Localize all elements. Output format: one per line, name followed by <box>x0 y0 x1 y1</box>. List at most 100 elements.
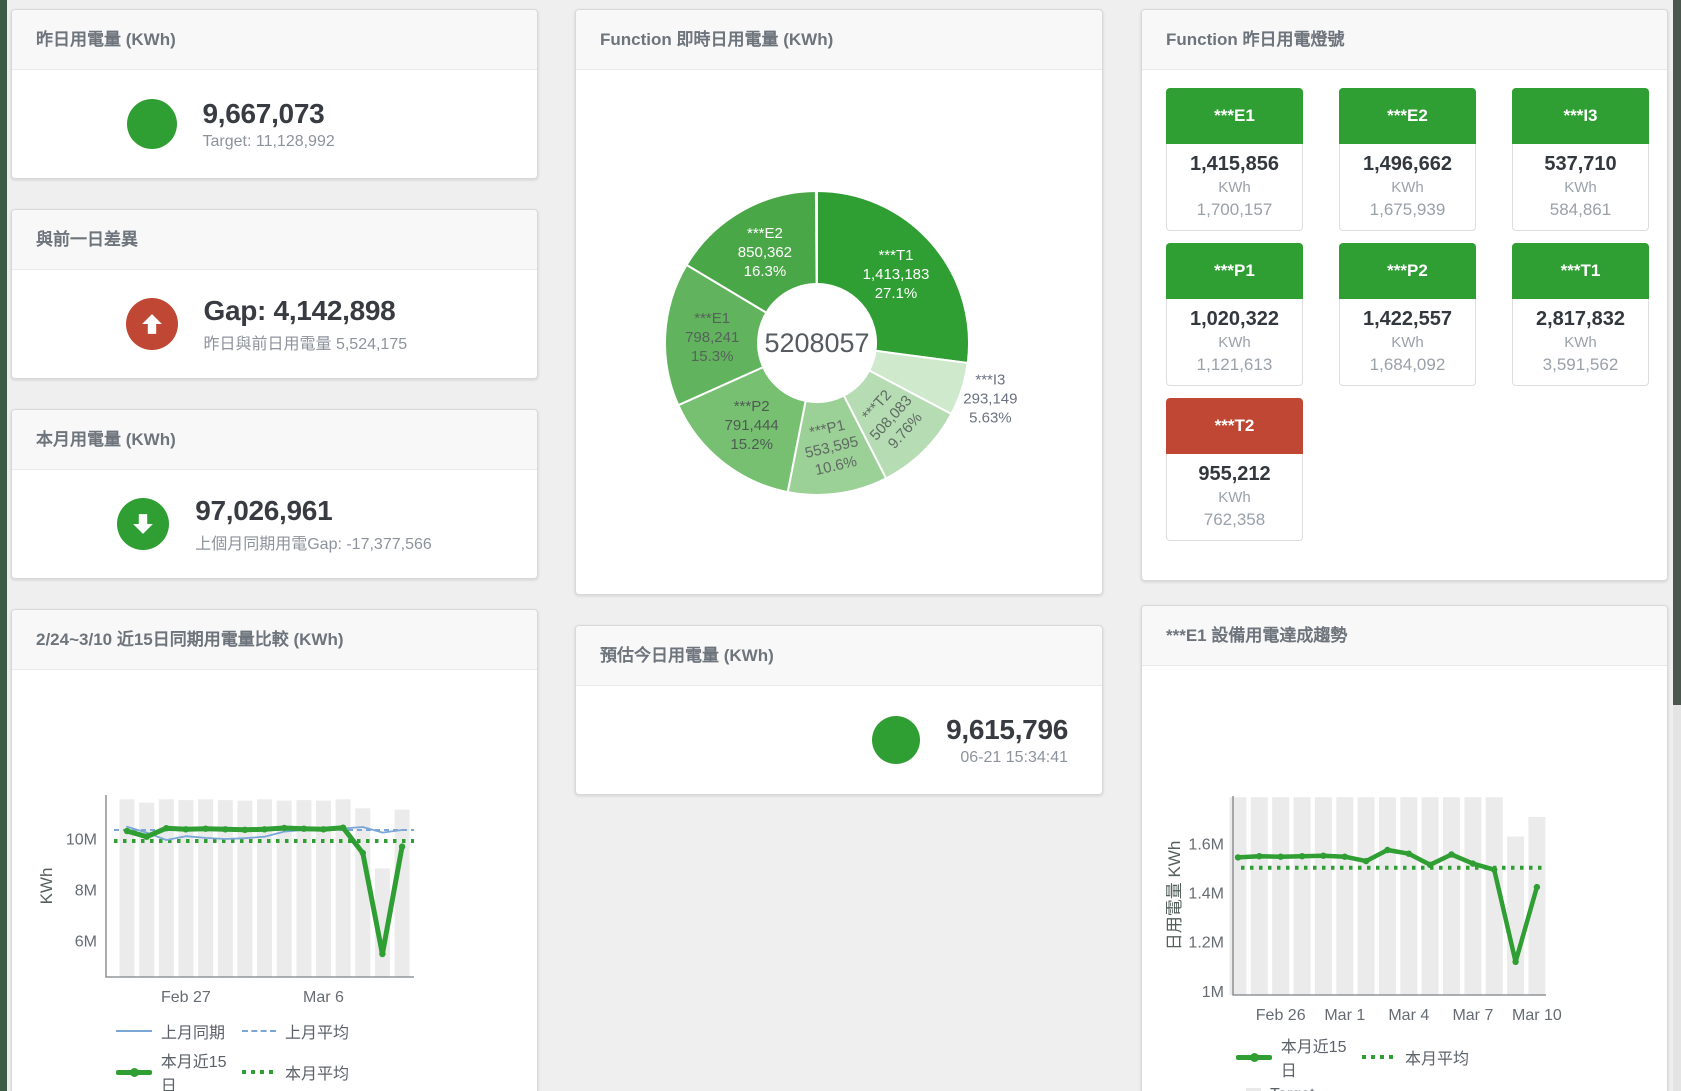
scrollbar-thumb[interactable] <box>1673 0 1681 705</box>
lights-card-title: Function 昨日用電燈號 <box>1142 10 1667 70</box>
tile-P2: ***P2 1,422,557 KWh 1,684,092 <box>1339 243 1476 386</box>
status-circle-icon <box>872 716 920 764</box>
tile-target: 1,675,939 <box>1342 198 1473 222</box>
arrow-up-icon <box>126 298 178 350</box>
target-bar <box>1336 797 1353 995</box>
card-realtime-donut: Function 即時日用電量 (KWh) ***T1 1,413,183 27.1… <box>575 9 1103 595</box>
svg-text:***P2: ***P2 <box>734 398 770 415</box>
tile-unit: KWh <box>1515 177 1646 198</box>
target-bar <box>1230 797 1247 995</box>
card-day-gap: 與前一日差異 Gap: 4,142,898 昨日與前日用電量 5,524,175 <box>11 209 538 379</box>
data-point <box>1384 847 1390 853</box>
tile-unit: KWh <box>1342 177 1473 198</box>
tile-header: ***E1 <box>1166 88 1303 144</box>
svg-text:1,413,183: 1,413,183 <box>863 266 930 283</box>
data-point <box>340 825 346 831</box>
svg-text:293,149: 293,149 <box>963 390 1017 407</box>
status-circle-icon <box>127 99 177 149</box>
target-bar <box>1464 797 1481 995</box>
data-point <box>281 825 287 831</box>
tile-header: ***T1 <box>1512 243 1649 299</box>
data-point <box>1320 853 1326 859</box>
y-tick-label: 10M <box>66 832 97 849</box>
tile-header: ***P1 <box>1166 243 1303 299</box>
svg-text:27.1%: 27.1% <box>875 285 918 302</box>
data-point <box>1256 853 1262 859</box>
tile-T1: ***T1 2,817,832 KWh 3,591,562 <box>1512 243 1649 386</box>
tile-target: 1,684,092 <box>1342 353 1473 377</box>
legend-item-target[interactable]: Target <box>1236 1086 1362 1091</box>
legend-item-this-month-15d[interactable]: 本月近15日 <box>116 1048 242 1091</box>
y-axis-label: KWh <box>37 868 56 905</box>
y-axis-label: 日用電量 KWh <box>1165 841 1184 951</box>
legend-item-last-month-same[interactable]: 上月同期 <box>116 1019 242 1043</box>
x-tick-label: Feb 27 <box>161 989 211 1006</box>
card-today-estimate: 預估今日用電量 (KWh) 9,615,796 06-21 15:34:41 <box>575 625 1103 795</box>
tile-E1: ***E1 1,415,856 KWh 1,700,157 <box>1166 88 1303 231</box>
data-point <box>222 826 228 832</box>
card-yesterday-lights: Function 昨日用電燈號 ***E1 1,415,856 KWh 1,70… <box>1141 9 1668 581</box>
tile-header: ***T2 <box>1166 398 1303 454</box>
data-point <box>1299 853 1305 859</box>
svg-text:798,241: 798,241 <box>685 329 739 346</box>
x-tick-label: Mar 10 <box>1512 1007 1562 1024</box>
y-tick-label: 1M <box>1202 984 1224 1001</box>
legend-item-last-month-avg[interactable]: 上月平均 <box>242 1019 349 1043</box>
card-yesterday-title: 昨日用電量 (KWh) <box>12 10 537 70</box>
data-point <box>320 826 326 832</box>
x-tick-label: Mar 4 <box>1388 1007 1429 1024</box>
legend-item-this-month-15d[interactable]: 本月近15日 <box>1236 1033 1362 1081</box>
target-bar <box>395 810 410 977</box>
x-tick-label: Mar 1 <box>1324 1007 1365 1024</box>
donut-card-title: Function 即時日用電量 (KWh) <box>576 10 1102 70</box>
legend-swatch-green-dot <box>1362 1055 1396 1059</box>
trend-chart-title: ***E1 設備用電達成趨勢 <box>1142 606 1667 666</box>
target-bar <box>1507 837 1524 996</box>
target-bar <box>1379 797 1396 995</box>
y-tick-label: 1.2M <box>1188 935 1224 952</box>
data-point <box>379 951 385 957</box>
legend-label: 上月平均 <box>285 1019 349 1043</box>
day-gap-value: Gap: 4,142,898 <box>204 295 424 327</box>
svg-text:***T1: ***T1 <box>878 247 913 264</box>
legend-label: Target <box>1270 1086 1314 1091</box>
target-bar <box>1443 797 1460 995</box>
legend-swatch-green-line <box>1236 1055 1272 1060</box>
day-gap-subtitle: 昨日與前日用電量 5,524,175 <box>204 330 424 354</box>
yesterday-usage-value: 9,667,073 <box>203 98 423 130</box>
target-bar <box>1358 797 1375 995</box>
legend-item-this-month-avg[interactable]: 本月平均 <box>242 1060 349 1084</box>
tile-value: 1,020,322 <box>1169 306 1300 332</box>
card-yesterday-usage: 昨日用電量 (KWh) 9,667,073 Target: 11,128,992 <box>11 9 538 179</box>
tile-value: 1,415,856 <box>1169 151 1300 177</box>
donut-slice-label: ***I3293,1495.63% <box>963 371 1017 426</box>
legend-swatch-blue-dash <box>242 1030 276 1032</box>
target-bar <box>1315 797 1332 995</box>
tile-target: 584,861 <box>1515 198 1646 222</box>
tile-unit: KWh <box>1169 332 1300 353</box>
tile-E2: ***E2 1,496,662 KWh 1,675,939 <box>1339 88 1476 231</box>
legend-label: 本月近15日 <box>1281 1033 1362 1081</box>
tile-value: 955,212 <box>1169 461 1300 487</box>
y-tick-label: 6M <box>75 934 97 951</box>
target-bar <box>1272 797 1289 995</box>
donut-center-total: 5208057 <box>764 328 869 358</box>
legend-label: 本月平均 <box>1405 1045 1469 1069</box>
lights-tile-grid: ***E1 1,415,856 KWh 1,700,157 ***E2 1,49… <box>1142 70 1667 580</box>
legend-item-this-month-avg[interactable]: 本月平均 <box>1362 1045 1469 1069</box>
y-tick-label: 1.6M <box>1188 836 1224 853</box>
tile-unit: KWh <box>1169 487 1300 508</box>
card-comparison-chart: 2/24~3/10 近15日同期用電量比較 (KWh) 6M8M10MFeb 2… <box>11 609 538 1091</box>
svg-text:***E1: ***E1 <box>694 310 730 327</box>
tile-value: 1,422,557 <box>1342 306 1473 332</box>
svg-text:15.3%: 15.3% <box>691 348 734 365</box>
x-tick-label: Feb 26 <box>1256 1007 1306 1024</box>
data-point <box>144 834 150 840</box>
data-point <box>399 843 405 849</box>
legend-swatch-blue-line <box>116 1030 152 1032</box>
tile-value: 2,817,832 <box>1515 306 1646 332</box>
x-tick-label: Mar 6 <box>303 989 344 1006</box>
legend-label: 本月近15日 <box>161 1048 242 1091</box>
left-edge-strip <box>0 0 7 1091</box>
data-point <box>1363 858 1369 864</box>
